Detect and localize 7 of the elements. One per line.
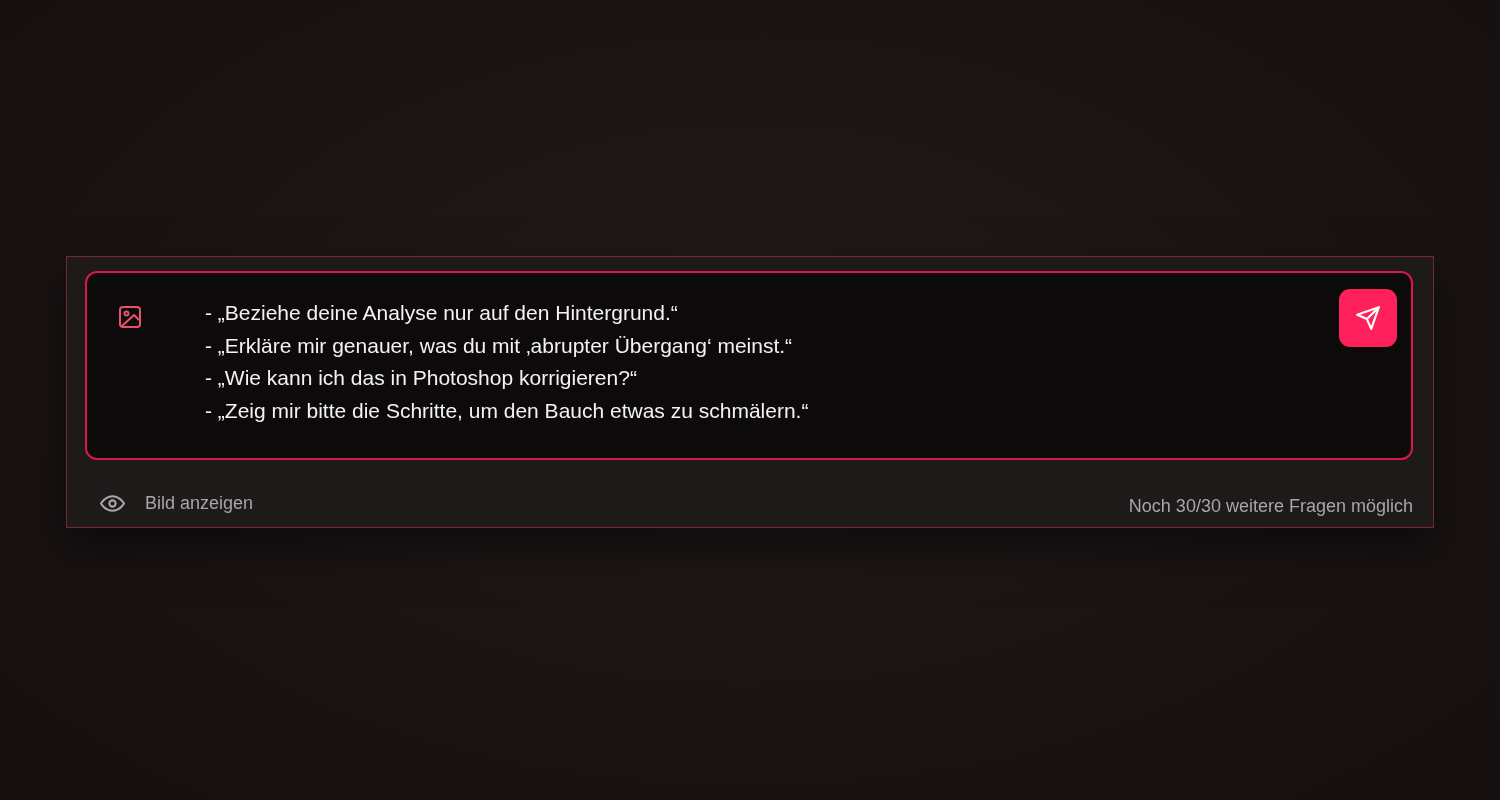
message-text: - „Beziehe deine Analyse nur auf den Hintergrund.“ - „Erkläre mir genauer, was du mit ‚abrupter Übergang‘ meinst.“ - „Wie kann ich das in Photoshop korrigieren?“ - „Zeig mir bitte die Schritte, um den Bauch etwas zu schmälern.“: [205, 300, 809, 424]
show-image-button[interactable]: Bild anzeigen: [100, 491, 254, 516]
send-icon: [1355, 305, 1381, 331]
image-icon[interactable]: [118, 305, 142, 329]
message-field[interactable]: [85, 271, 1413, 460]
remaining-questions-text: Noch 30/30 weitere Fragen möglich: [1128, 496, 1413, 517]
send-button[interactable]: [1339, 289, 1397, 347]
